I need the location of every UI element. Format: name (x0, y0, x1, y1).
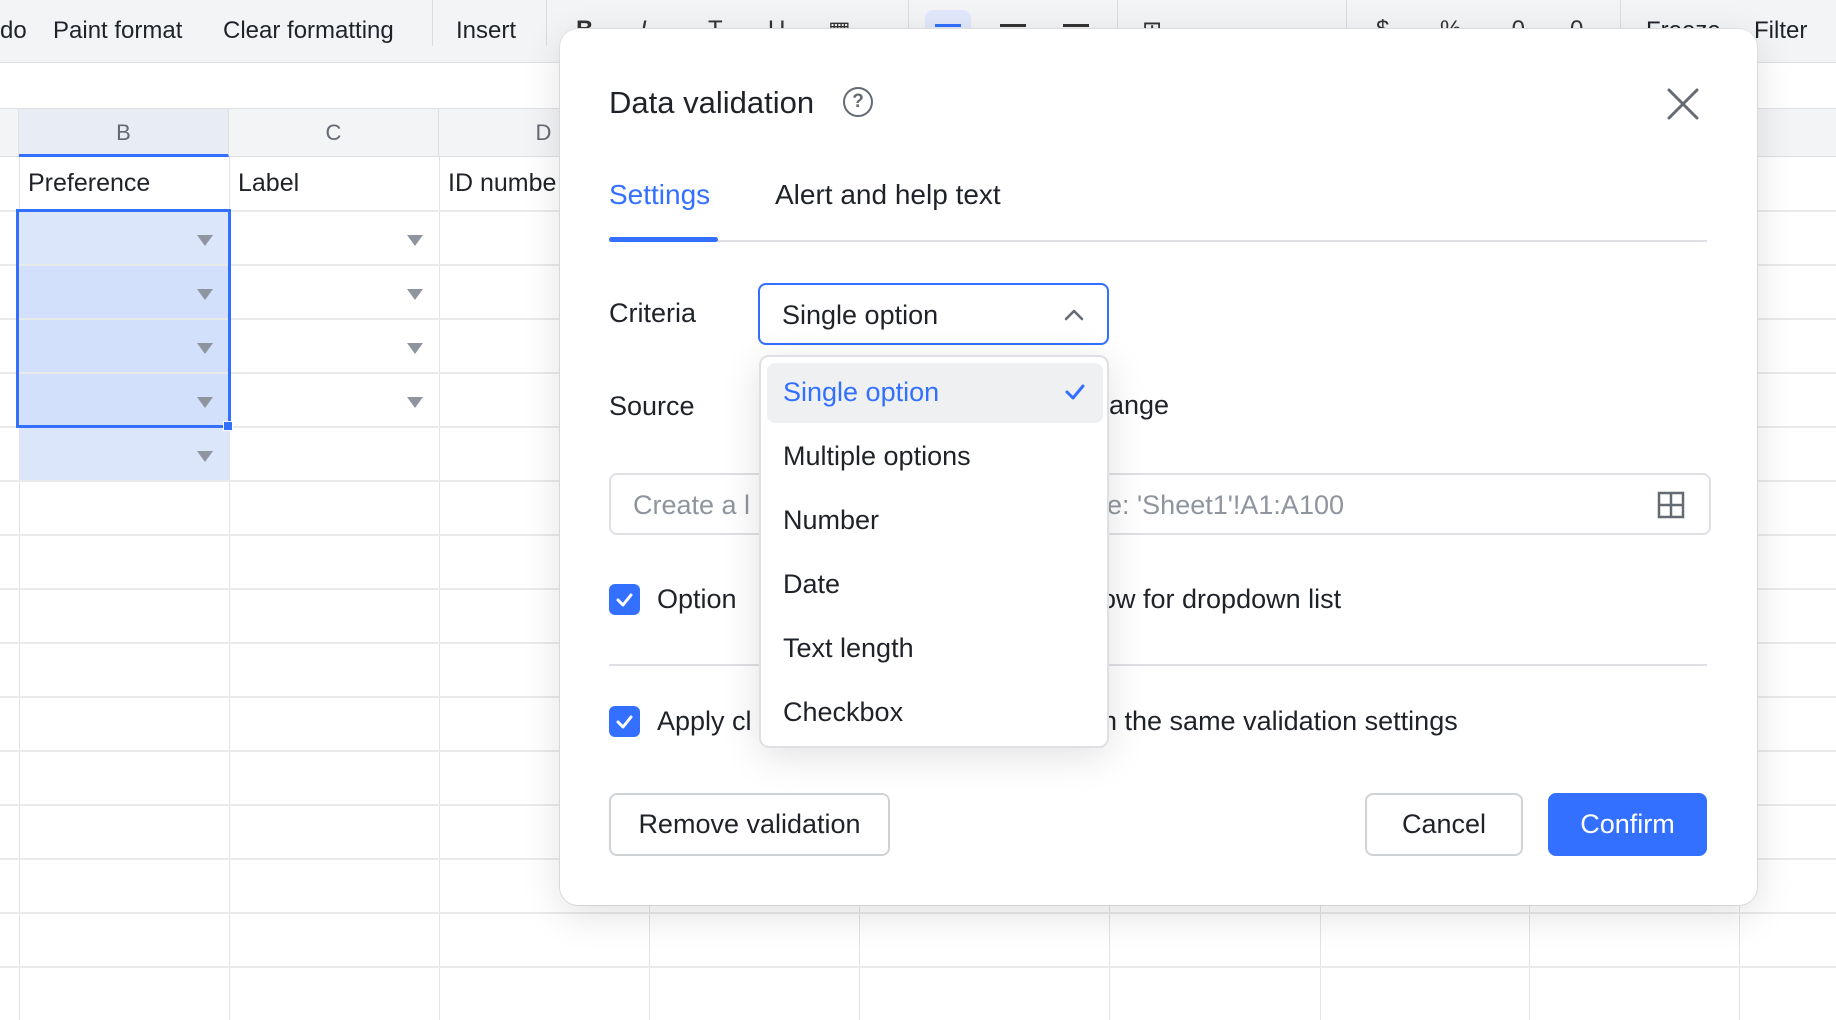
cancel-button[interactable]: Cancel (1365, 793, 1523, 856)
criteria-option-date[interactable]: Date (767, 555, 1103, 615)
confirm-button[interactable]: Confirm (1548, 793, 1707, 856)
check-icon (1065, 384, 1085, 400)
grid-hline (0, 912, 1836, 914)
cell-dropdown-icon[interactable] (407, 289, 423, 300)
selection-border (16, 209, 231, 428)
close-button[interactable] (1661, 82, 1705, 126)
cell-b1[interactable]: Preference (28, 169, 150, 198)
menu-item-label: Text length (783, 633, 914, 663)
cell-dropdown-icon[interactable] (197, 451, 213, 462)
tab-divider (609, 240, 1707, 242)
tab-alert-and-help-text[interactable]: Alert and help text (775, 179, 1001, 211)
option-checkbox-label-tail: ow for dropdown list (1101, 584, 1342, 614)
criteria-option-single-option[interactable]: Single option (767, 363, 1103, 423)
toolbar-insert[interactable]: Insert (456, 17, 516, 45)
source-option-text[interactable]: ange (1109, 390, 1169, 421)
source-placeholder-right: le: 'Sheet1'!A1:A100 (1101, 490, 1344, 520)
toolbar-separator (546, 0, 547, 46)
active-tab-indicator (609, 237, 718, 242)
cell-c1[interactable]: Label (238, 169, 299, 198)
criteria-option-text-length[interactable]: Text length (767, 619, 1103, 679)
cell-d1[interactable]: ID numbe (448, 169, 556, 198)
criteria-select-value: Single option (782, 300, 939, 330)
toolbar-clear-formatting[interactable]: Clear formatting (223, 17, 394, 45)
remove-validation-button[interactable]: Remove validation (609, 793, 890, 856)
close-icon (1667, 88, 1699, 120)
tab-settings[interactable]: Settings (609, 179, 710, 211)
chevron-up-icon (1064, 309, 1084, 321)
menu-item-label: Single option (783, 377, 940, 407)
checkmark-icon (616, 715, 633, 729)
column-header-b[interactable]: B (19, 109, 229, 157)
criteria-select[interactable]: Single option (758, 283, 1109, 345)
data-validation-dialog: Data validation ? Settings Alert and hel… (560, 29, 1757, 905)
grid-hline (0, 966, 1836, 968)
criteria-label: Criteria (609, 298, 697, 328)
apply-checkbox[interactable] (609, 706, 640, 737)
row-header-corner (0, 109, 19, 157)
cell-dropdown-icon[interactable] (407, 343, 423, 354)
apply-checkbox-label-tail: n the same validation settings (1102, 706, 1458, 736)
menu-item-label: Number (783, 505, 880, 535)
menu-item-label: Checkbox (783, 697, 904, 727)
toolbar-filter[interactable]: Filter (1754, 17, 1807, 45)
toolbar-redo[interactable]: do (0, 17, 27, 45)
grid-range-icon[interactable] (1657, 491, 1685, 519)
apply-checkbox-label: Apply cl (657, 706, 752, 736)
dialog-title: Data validation (609, 85, 815, 120)
criteria-option-checkbox[interactable]: Checkbox (767, 683, 1103, 743)
question-circle-icon[interactable]: ? (843, 87, 873, 117)
criteria-option-multiple-options[interactable]: Multiple options (767, 427, 1103, 487)
menu-item-label: Multiple options (783, 441, 971, 471)
checkmark-icon (616, 593, 633, 607)
column-header-c[interactable]: C (229, 109, 439, 157)
fill-handle[interactable] (223, 421, 233, 431)
source-label: Source (609, 391, 695, 421)
option-checkbox-label: Option (657, 584, 737, 614)
cell-dropdown-icon[interactable] (407, 235, 423, 246)
menu-item-label: Date (783, 569, 841, 599)
criteria-option-number[interactable]: Number (767, 491, 1103, 551)
source-placeholder-left: Create a l (633, 490, 751, 520)
toolbar-paint-format[interactable]: Paint format (53, 17, 182, 45)
toolbar-separator (432, 0, 433, 46)
criteria-dropdown-menu: Single option Multiple options Number Da… (759, 355, 1109, 748)
cell-dropdown-icon[interactable] (407, 397, 423, 408)
option-checkbox[interactable] (609, 584, 640, 615)
